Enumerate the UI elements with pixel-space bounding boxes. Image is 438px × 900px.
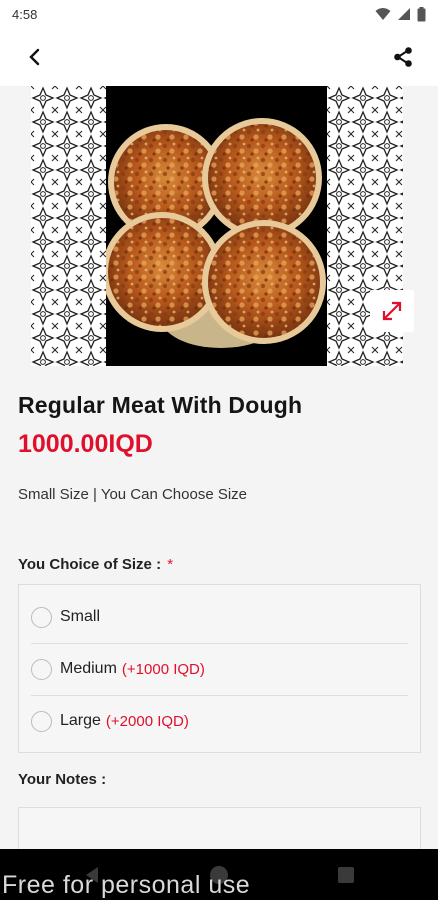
size-options-group: Small Medium (+1000 IQD) Large (+2000 IQ… [18,584,421,753]
status-icons [375,6,426,22]
expand-image-button[interactable] [370,290,414,332]
size-choice-label-text: You Choice of Size : [18,556,162,573]
battery-icon [417,6,426,21]
watermark-text: Free for personal use [2,871,251,899]
option-extra-price: (+1000 IQD) [121,660,205,678]
decorative-pattern-left [31,86,107,366]
expand-icon [382,301,402,321]
required-mark: * [167,556,174,573]
product-price: 1000.00IQD [18,430,153,458]
size-option-medium[interactable]: Medium (+1000 IQD) [19,643,420,695]
signal-icon [398,8,410,20]
share-icon [394,47,412,67]
product-photo [106,86,327,366]
app-bar [0,28,438,86]
notes-label: Your Notes : [18,771,107,788]
option-extra-price: (+2000 IQD) [105,712,189,730]
product-description: Small Size | You Can Choose Size [18,486,248,503]
size-choice-label: You Choice of Size : * [18,556,173,573]
back-arrow-icon [29,48,40,66]
radio-button[interactable] [31,606,52,628]
back-button[interactable] [18,40,52,74]
option-label: Medium [60,660,117,677]
share-button[interactable] [386,40,420,74]
option-label: Large [60,712,101,729]
status-bar: 4:58 [0,0,438,28]
size-option-large[interactable]: Large (+2000 IQD) [19,695,420,747]
radio-button[interactable] [31,658,52,680]
nav-recent-icon[interactable] [338,867,354,883]
option-label: Small [60,608,101,625]
size-option-small[interactable]: Small [19,591,420,643]
radio-button[interactable] [31,710,52,732]
status-time: 4:58 [12,6,38,22]
wifi-icon [375,8,391,20]
product-title: Regular Meat With Dough [18,392,303,418]
